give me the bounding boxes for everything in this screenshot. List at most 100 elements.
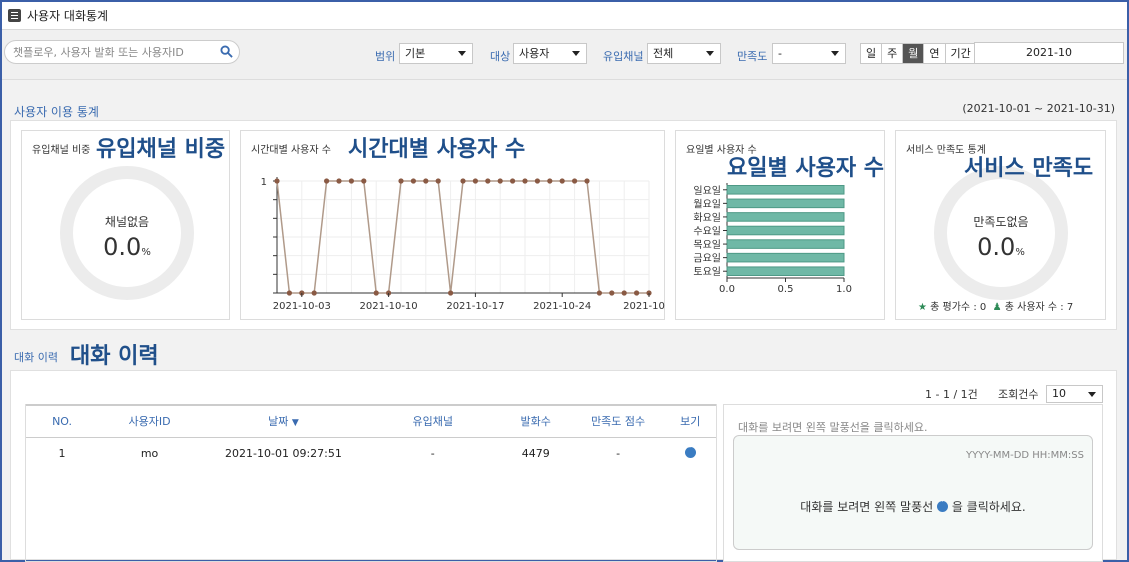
col-score[interactable]: 만족도 점수 [571,404,665,438]
cell-score: - [616,446,621,460]
tab-year[interactable]: 연 [924,44,946,63]
col-user-id[interactable]: 사용자ID [98,404,202,438]
hourly-overlay-title: 시간대별 사용자 수 [348,137,526,162]
count-label: 조회건수 [998,388,1039,401]
data-point [410,178,416,184]
tab-period[interactable]: 기간 [946,44,976,63]
table-row[interactable]: 1 mo 2021-10-01 09:27:51 - 4479 - [26,437,716,469]
count-select[interactable]: 10 [1046,385,1103,403]
data-point [274,178,280,184]
col-date[interactable]: 날짜 ▼ [201,404,366,438]
cell-date: 2021-10-01 09:27:51 [225,446,342,460]
channel-value: 전체 [653,47,674,60]
chat-bubble-icon[interactable] [684,443,696,458]
data-point [324,178,330,184]
data-point [485,178,491,184]
category-label: 목요일 [693,239,721,251]
date-range: (2021-10-01 ~ 2021-10-31) [962,102,1115,115]
history-table: NO. 사용자ID 날짜 ▼ 유입채널 발화수 만족도 점수 보기 1 mo 2… [26,404,716,469]
search-icon[interactable] [220,45,233,58]
bar [726,252,845,263]
scope-value: 기본 [405,47,426,60]
cell-view [664,437,716,469]
data-point [348,178,354,184]
cell-channel: - [430,446,435,460]
bar [726,266,845,277]
col-date-label: 날짜 [268,415,289,429]
chevron-down-icon [572,51,580,56]
data-point [522,178,528,184]
category-label: 화요일 [693,212,721,224]
filter-toolbar: 챗플로우, 사용자 발화 또는 사용자ID 범위 기본 대상 사용자 유입채널 … [2,30,1127,80]
message-part-2: 을 클릭하세요. [951,500,1026,514]
count-value: 10 [1052,387,1066,400]
x-tick-label: 2021-10-03 [273,301,331,312]
channel-label: 유입채널 [603,50,644,63]
data-point [472,178,478,184]
satisfaction-select[interactable]: - [772,43,846,64]
category-label: 토요일 [693,266,721,278]
bar [726,212,845,222]
target-select[interactable]: 사용자 [513,43,587,64]
pager-text: 1 - 1 / 1건 [925,388,978,401]
window-title: 사용자 대화통계 [27,9,109,23]
usage-stats-title: 사용자 이용 통계 [14,105,99,119]
satisfaction-label: 만족도없음 [973,215,1029,229]
col-no[interactable]: NO. [26,404,99,438]
inflow-value: 0.0% [73,233,181,261]
data-point [460,178,466,184]
tab-day[interactable]: 일 [861,44,883,63]
sort-desc-icon[interactable]: ▼ [292,418,299,428]
tab-week[interactable]: 주 [882,44,904,63]
inflow-number: 0.0 [103,233,142,261]
date-input[interactable]: 2021-10 [974,42,1124,64]
history-overlay-title: 대화 이력 [70,344,159,369]
data-point [286,290,292,296]
bar [726,198,845,209]
category-label: 일요일 [693,185,721,197]
data-point [609,290,615,296]
search-input[interactable]: 챗플로우, 사용자 발화 또는 사용자ID [4,40,240,64]
weekday-overlay-title: 요일별 사용자 수 [727,156,884,181]
history-title: 대화 이력 [14,351,58,364]
chat-bubble-icon [937,497,948,512]
col-view: 보기 [664,404,716,438]
data-point [423,178,429,184]
data-point [497,178,503,184]
cell-no: 1 [58,446,66,460]
inflow-donut: 채널없음 0.0% [60,166,194,300]
data-point [534,178,540,184]
bar [726,225,845,236]
channel-select[interactable]: 전체 [647,43,721,64]
x-tick-label: 2021-10-10 [360,301,418,312]
category-label: 월요일 [693,198,721,210]
scope-select[interactable]: 기본 [399,43,473,64]
search-placeholder: 챗플로우, 사용자 발화 또는 사용자ID [13,46,184,59]
chevron-down-icon [458,51,466,56]
satisfaction-value: 0.0% [947,233,1055,261]
satisfaction-number: 0.0 [977,233,1016,261]
x-tick-label: 0.0 [719,284,735,295]
tab-month[interactable]: 월 [903,44,925,63]
data-point [547,178,553,184]
data-point [634,290,640,296]
inflow-unit: % [141,247,151,258]
message-part-1: 대화를 보려면 왼쪽 말풍선 [800,500,934,514]
data-point [621,290,627,296]
total-users: 총 사용자 수 : 7 [1004,302,1074,313]
data-point [559,178,565,184]
chevron-down-icon [706,51,714,56]
col-channel[interactable]: 유입채널 [365,404,500,438]
satisfaction-overlay-title: 서비스 만족도 [964,156,1094,181]
inflow-overlay-title: 유입채널 비중 [96,137,226,162]
conversation-view: YYYY-MM-DD HH:MM:SS 대화를 보려면 왼쪽 말풍선 을 클릭하… [733,435,1093,550]
user-icon: ♟ [992,302,1002,313]
target-value: 사용자 [519,47,550,60]
total-ratings: 총 평가수 : 0 [930,302,987,313]
chevron-down-icon [831,51,839,56]
col-utterances[interactable]: 발화수 [499,404,572,438]
data-point [373,290,379,296]
satisfaction-value: - [778,47,782,60]
inflow-title: 유입채널 비중 [32,145,91,156]
conversation-hint: 대화를 보려면 왼쪽 말풍선을 클릭하세요. [738,421,928,434]
